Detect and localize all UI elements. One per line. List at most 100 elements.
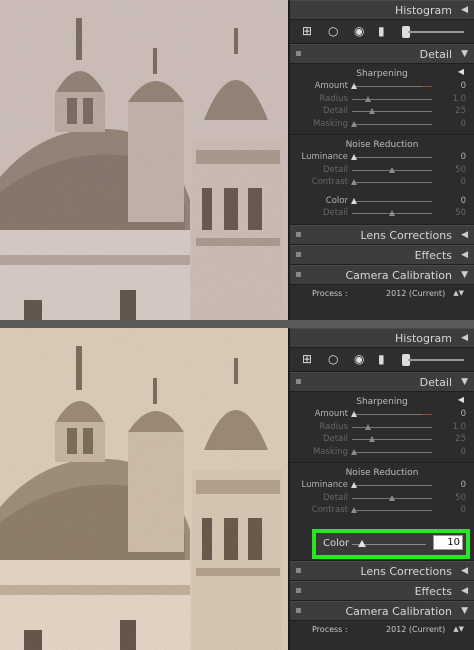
slider-value[interactable]: 25 bbox=[455, 106, 466, 116]
panel-toggle-icon[interactable] bbox=[296, 231, 301, 237]
slider-value[interactable]: 50 bbox=[455, 165, 466, 175]
amount-slider-row[interactable]: Amount 0 bbox=[290, 80, 474, 93]
slider-value[interactable]: 0 bbox=[461, 409, 466, 419]
slider-track[interactable] bbox=[352, 123, 432, 125]
collapse-triangle-icon[interactable]: ◀ bbox=[461, 250, 468, 260]
color-noise-slider-highlight[interactable]: Color 10 bbox=[312, 529, 470, 559]
detail-slider-row[interactable]: Detail 25 bbox=[290, 105, 474, 118]
slider-value[interactable]: 1.0 bbox=[452, 94, 466, 104]
radius-slider-row[interactable]: Radius 1.0 bbox=[290, 421, 474, 434]
slider-knob[interactable] bbox=[368, 108, 375, 114]
expand-triangle-icon[interactable]: ▼ bbox=[461, 606, 468, 616]
panel-toggle-icon[interactable] bbox=[296, 608, 301, 613]
color-slider-row[interactable]: Color 0 bbox=[290, 195, 474, 208]
slider-knob[interactable] bbox=[388, 494, 395, 501]
panel-toggle-icon[interactable] bbox=[296, 588, 301, 593]
amount-slider-row[interactable]: Amount 0 bbox=[290, 408, 474, 421]
masking-slider-row[interactable]: Masking 0 bbox=[290, 118, 474, 131]
panel-toggle-icon[interactable] bbox=[296, 379, 301, 384]
red-eye-icon[interactable]: ◉ bbox=[354, 25, 364, 37]
slider-value[interactable]: 1.0 bbox=[452, 422, 466, 432]
histogram-header[interactable]: Histogram ◀ bbox=[290, 328, 474, 348]
dropdown-arrows-icon[interactable]: ▲▼ bbox=[453, 625, 464, 633]
slider-value[interactable]: 0 bbox=[461, 505, 466, 515]
collapse-triangle-icon[interactable]: ◀ bbox=[461, 333, 468, 343]
slider-track[interactable] bbox=[352, 157, 432, 158]
disclosure-triangle-icon[interactable]: ◀ bbox=[458, 395, 464, 404]
slider-value[interactable]: 25 bbox=[455, 434, 466, 444]
panel-toggle-icon[interactable] bbox=[296, 251, 301, 257]
adjustment-brush-slider[interactable] bbox=[408, 31, 464, 33]
panel-toggle-icon[interactable] bbox=[296, 271, 301, 277]
lens-corrections-header[interactable]: Lens Corrections ◀ bbox=[290, 561, 474, 581]
slider-knob[interactable] bbox=[350, 411, 357, 417]
collapse-triangle-icon[interactable]: ◀ bbox=[461, 230, 468, 240]
slider-value[interactable]: 50 bbox=[455, 493, 466, 503]
slider-knob[interactable] bbox=[350, 154, 357, 160]
panel-toggle-icon[interactable] bbox=[296, 568, 301, 573]
process-select[interactable]: 2012 (Current) bbox=[386, 289, 445, 298]
radius-slider-row[interactable]: Radius 1.0 bbox=[290, 93, 474, 106]
slider-track[interactable] bbox=[352, 86, 432, 87]
crop-overlay-icon[interactable]: ⊞ bbox=[302, 353, 312, 365]
camera-calibration-header[interactable]: Camera Calibration ▼ bbox=[290, 601, 474, 621]
slider-value[interactable]: 0 bbox=[461, 81, 466, 91]
color-detail-slider-row[interactable]: Detail 50 bbox=[290, 207, 474, 220]
slider-knob[interactable] bbox=[350, 197, 357, 204]
slider-knob[interactable] bbox=[350, 83, 357, 89]
histogram-header[interactable]: Histogram ◀ bbox=[290, 0, 474, 20]
slider-knob[interactable] bbox=[388, 210, 395, 216]
slider-knob[interactable] bbox=[350, 507, 357, 513]
graduated-filter-icon[interactable]: ▮ bbox=[378, 25, 385, 37]
slider-track[interactable] bbox=[352, 414, 432, 415]
slider-knob[interactable] bbox=[388, 166, 395, 173]
red-eye-icon[interactable]: ◉ bbox=[354, 353, 364, 365]
color-value-field[interactable]: 10 bbox=[433, 535, 463, 550]
contrast-slider-row[interactable]: Contrast 0 bbox=[290, 176, 474, 189]
panel-toggle-icon[interactable] bbox=[296, 51, 301, 56]
spot-removal-icon[interactable]: ○ bbox=[328, 353, 338, 365]
slider-knob[interactable] bbox=[350, 120, 357, 127]
slider-track[interactable] bbox=[352, 182, 432, 183]
detail-header[interactable]: Detail ▼ bbox=[290, 44, 474, 64]
slider-knob[interactable] bbox=[364, 423, 371, 430]
process-select[interactable]: 2012 (Current) bbox=[386, 625, 445, 634]
disclosure-triangle-icon[interactable]: ◀ bbox=[458, 67, 464, 76]
slider-value[interactable]: 0 bbox=[461, 196, 466, 206]
slider-value[interactable]: 0 bbox=[461, 152, 466, 162]
collapse-triangle-icon[interactable]: ◀ bbox=[461, 586, 468, 596]
detail-header[interactable]: Detail ▼ bbox=[290, 372, 474, 392]
color-slider-knob[interactable] bbox=[358, 540, 366, 547]
slider-value[interactable]: 0 bbox=[461, 480, 466, 490]
camera-calibration-header[interactable]: Camera Calibration ▼ bbox=[290, 264, 474, 285]
collapse-triangle-icon[interactable]: ◀ bbox=[461, 5, 468, 15]
expand-triangle-icon[interactable]: ▼ bbox=[461, 270, 468, 280]
slider-track[interactable] bbox=[352, 451, 432, 453]
slider-knob[interactable] bbox=[350, 448, 357, 455]
luminance-detail-slider-row[interactable]: Detail 50 bbox=[290, 164, 474, 177]
expand-triangle-icon[interactable]: ▼ bbox=[461, 49, 468, 59]
masking-slider-row[interactable]: Masking 0 bbox=[290, 446, 474, 459]
slider-track[interactable] bbox=[352, 485, 432, 486]
slider-knob[interactable] bbox=[350, 179, 357, 185]
luminance-detail-slider-row[interactable]: Detail 50 bbox=[290, 492, 474, 505]
process-row[interactable]: Process : 2012 (Current) ▲▼ bbox=[290, 621, 474, 639]
collapse-triangle-icon[interactable]: ◀ bbox=[461, 566, 468, 576]
lens-corrections-header[interactable]: Lens Corrections ◀ bbox=[290, 224, 474, 245]
slider-value[interactable]: 0 bbox=[461, 177, 466, 187]
slider-knob[interactable] bbox=[364, 95, 371, 102]
graduated-filter-icon[interactable]: ▮ bbox=[378, 353, 385, 365]
dropdown-arrows-icon[interactable]: ▲▼ bbox=[453, 289, 464, 297]
slider-knob[interactable] bbox=[368, 436, 375, 442]
spot-removal-icon[interactable]: ○ bbox=[328, 25, 338, 37]
slider-value[interactable]: 50 bbox=[455, 208, 466, 218]
slider-knob[interactable] bbox=[350, 482, 357, 488]
effects-header[interactable]: Effects ◀ bbox=[290, 244, 474, 265]
contrast-slider-row[interactable]: Contrast 0 bbox=[290, 504, 474, 517]
adjustment-brush-slider[interactable] bbox=[408, 359, 464, 361]
detail-slider-row[interactable]: Detail 25 bbox=[290, 433, 474, 446]
crop-overlay-icon[interactable]: ⊞ bbox=[302, 25, 312, 37]
slider-track[interactable] bbox=[352, 439, 432, 440]
slider-value[interactable]: 0 bbox=[461, 119, 466, 129]
effects-header[interactable]: Effects ◀ bbox=[290, 581, 474, 601]
